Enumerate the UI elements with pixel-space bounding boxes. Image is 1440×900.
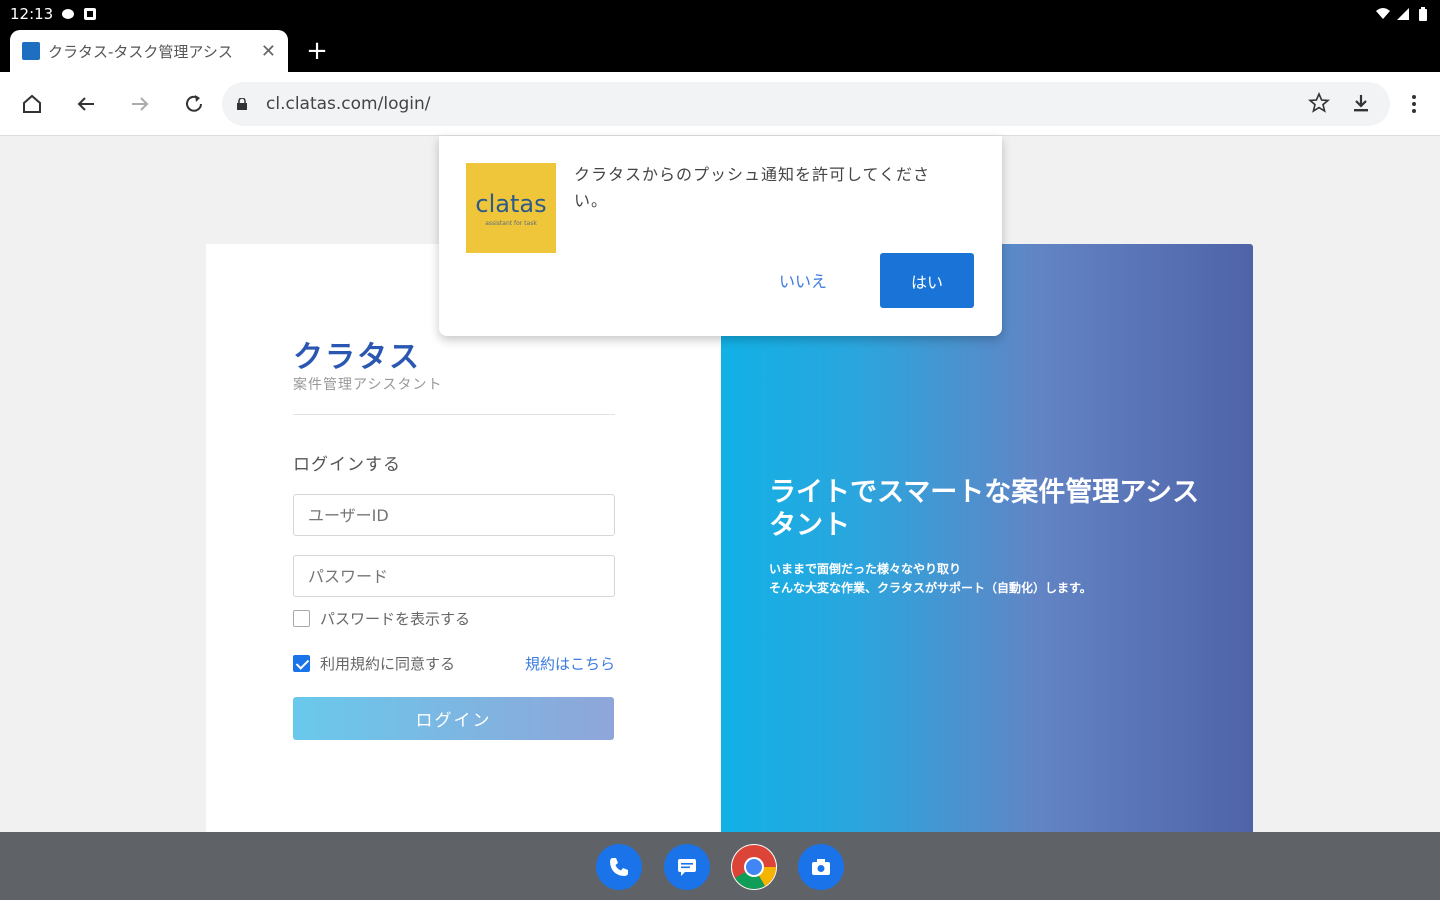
new-tab-button[interactable]: + (300, 34, 334, 68)
address-bar[interactable]: cl.clatas.com/login/ (222, 82, 1390, 126)
reload-icon (186, 95, 202, 112)
download-icon[interactable] (1350, 92, 1372, 114)
deny-button[interactable]: いいえ (769, 260, 837, 300)
logo-text: clatas (475, 189, 547, 218)
camera-icon (812, 859, 830, 875)
agree-terms-label: 利用規約に同意する (320, 655, 456, 673)
chrome-icon (732, 845, 776, 889)
messages-app[interactable] (664, 844, 710, 890)
agree-terms-checkbox[interactable] (293, 655, 310, 672)
show-password-label: パスワードを表示する (320, 610, 471, 628)
tab-title: クラタス-タスク管理アシス (48, 42, 233, 61)
more-menu-button[interactable] (1396, 84, 1432, 124)
arrow-right-icon (132, 97, 149, 111)
phone-icon (610, 858, 628, 876)
agree-terms-row: 利用規約に同意する 規約はこちら (293, 653, 615, 674)
browser-tab[interactable]: クラタス-タスク管理アシス ✕ (10, 30, 288, 72)
divider (293, 414, 615, 415)
arrow-left-icon (77, 97, 94, 111)
login-button[interactable]: ログイン (293, 697, 614, 740)
user-id-input[interactable] (293, 494, 615, 536)
show-password-row: パスワードを表示する (293, 608, 470, 629)
reload-button[interactable] (174, 84, 214, 124)
hero-description: いままで面倒だった様々なやり取り そんな大変な作業、クラタスがサポート（自動化）… (769, 560, 1092, 598)
brand-title: クラタス (293, 340, 421, 375)
home-button[interactable] (12, 84, 52, 124)
show-password-checkbox[interactable] (293, 610, 310, 627)
terms-link[interactable]: 規約はこちら (525, 653, 615, 674)
signal-icon (1397, 8, 1409, 20)
clatas-logo: clatas assistant for task (466, 163, 556, 253)
status-time: 12:13 (10, 5, 54, 23)
message-icon (678, 859, 696, 876)
url-text: cl.clatas.com/login/ (266, 94, 431, 114)
taskbar (0, 832, 1440, 900)
message-notification-icon (62, 9, 75, 19)
logo-subtext: assistant for task (485, 219, 537, 227)
camera-app[interactable] (798, 844, 844, 890)
tab-strip: クラタス-タスク管理アシス ✕ + (0, 28, 1440, 72)
chrome-app[interactable] (731, 844, 777, 890)
allow-button[interactable]: はい (880, 253, 974, 308)
app-notification-icon (84, 8, 97, 20)
home-icon (23, 94, 41, 113)
wifi-icon (1376, 8, 1390, 19)
brand-subtitle: 案件管理アシスタント (293, 377, 443, 393)
lock-icon (237, 98, 247, 110)
status-bar: 12:13 (0, 0, 1440, 28)
battery-icon (1419, 7, 1427, 21)
password-input[interactable] (293, 555, 615, 597)
phone-app[interactable] (596, 844, 642, 890)
notification-message: クラタスからのプッシュ通知を許可してください。 (574, 165, 931, 210)
hero-line-1: いままで面倒だった様々なやり取り (769, 562, 962, 576)
login-heading: ログインする (293, 455, 401, 475)
back-button[interactable] (66, 84, 106, 124)
close-tab-icon[interactable]: ✕ (261, 41, 276, 62)
bookmark-star-icon[interactable] (1308, 92, 1330, 114)
forward-button[interactable] (120, 84, 160, 124)
favicon-icon (22, 42, 40, 60)
more-vert-icon (1412, 95, 1416, 113)
browser-toolbar: cl.clatas.com/login/ (0, 72, 1440, 136)
hero-line-2: そんな大変な作業、クラタスがサポート（自動化）します。 (769, 581, 1092, 595)
hero-title: ライトでスマートな案件管理アシスタント (769, 477, 1200, 541)
push-notification-dialog: clatas assistant for task クラタスからのプッシュ通知を… (439, 136, 1002, 336)
